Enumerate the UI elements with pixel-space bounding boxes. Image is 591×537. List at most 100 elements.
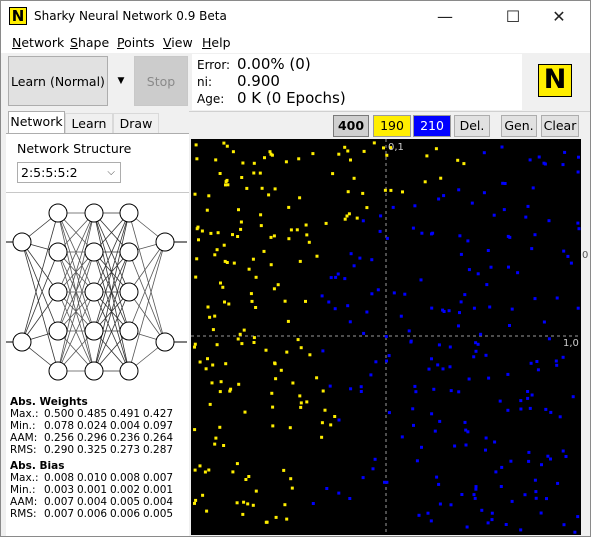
blue-point [486,521,490,525]
bias-value: 0.001 [77,484,108,496]
blue-point [573,530,577,534]
yellow-point [221,285,225,289]
stop-button[interactable]: Stop [134,56,188,106]
weights-value: 0.427 [143,408,174,420]
yellow-point [239,220,243,224]
blue-point [555,363,559,367]
blue-point [311,502,315,505]
yellow-point [331,172,335,176]
total-points-button[interactable]: 400 [333,115,369,137]
weights-value: 0.491 [110,408,141,420]
weights-row-rms: RMS: 0.290 0.325 0.273 0.287 [10,444,176,456]
tab-network[interactable]: Network [8,111,65,134]
blue-point [383,480,386,484]
blue-point [463,420,467,424]
learn-mode-dropdown-icon[interactable]: ▼ [111,56,131,106]
yellow-point [219,380,223,384]
yellow-points-button[interactable]: 190 [373,115,411,137]
blue-point [545,497,548,501]
yellow-point [321,389,325,393]
blue-point [449,503,453,507]
yellow-point [238,332,242,336]
blue-point [485,283,489,287]
minimize-button[interactable]: — [422,1,468,32]
network-structure-select[interactable]: 2:5:5:5:2 ⌵ [17,162,121,183]
blue-point [426,511,430,515]
weights-value: 0.004 [110,420,141,432]
yellow-point [269,235,273,239]
menu-view[interactable]: View [163,35,193,50]
weights-row-min: Min.: 0.078 0.024 0.004 0.097 [10,420,176,432]
yellow-point [320,435,324,439]
yellow-point [197,238,200,242]
yellow-point [315,376,319,380]
bias-value: 0.002 [110,484,141,496]
yellow-point [372,141,376,145]
network-connection [21,212,59,343]
blue-point [542,320,546,324]
blue-point [480,508,484,512]
blue-point [458,234,462,238]
yellow-point [222,141,226,145]
sharky-logo: N [538,64,572,97]
blue-point [448,345,452,349]
bias-row-aam: AAM: 0.007 0.004 0.005 0.004 [10,496,176,508]
title-bar[interactable]: N Sharky Neural Network 0.9 Beta — ☐ ✕ [1,1,590,32]
yellow-point [231,150,235,154]
blue-point [328,384,332,388]
blue-point [387,354,391,358]
generate-points-button[interactable]: Gen. [501,115,537,137]
yellow-point [242,328,246,332]
yellow-point [258,171,262,175]
yellow-point [298,196,302,200]
blue-point [490,511,494,515]
tab-learn[interactable]: Learn [65,113,113,133]
menu-help[interactable]: Help [202,35,231,50]
learn-button[interactable]: Learn (Normal) [8,56,108,106]
yellow-point [226,183,230,187]
clear-points-button[interactable]: Clear [541,115,579,137]
yellow-point [324,221,328,225]
blue-point [577,155,580,159]
yellow-point [195,157,199,161]
yellow-point [362,149,366,153]
yellow-point [273,187,277,191]
menu-shape[interactable]: Shape [70,35,109,50]
app-logo-icon[interactable]: N [9,7,27,25]
weights-row-max: Max.: 0.500 0.485 0.491 0.427 [10,408,176,420]
divider [6,192,189,193]
close-button[interactable]: ✕ [536,1,582,32]
menu-points[interactable]: Points [117,35,155,50]
blue-point [474,349,478,353]
blue-point [507,265,510,269]
yellow-point [271,424,275,428]
blue-point [378,229,382,233]
points-canvas[interactable]: 0,1 1,0 [191,139,581,535]
menu-network[interactable]: Network [12,35,64,50]
plot-scrollbar[interactable]: 0 [582,139,590,535]
blue-point [463,293,467,297]
blue-point [524,215,528,219]
blue-point [503,182,507,185]
yellow-point [218,425,222,429]
blue-point [490,518,494,522]
points-plot-area[interactable]: 0,1 1,0 [191,139,581,535]
tab-draw[interactable]: Draw [113,113,159,133]
yellow-point [211,328,215,332]
blue-point [510,499,514,503]
delete-points-button[interactable]: Del. [454,115,490,137]
maximize-button[interactable]: ☐ [490,1,536,32]
weights-value: 0.256 [44,432,75,444]
blue-point [320,294,324,298]
blue-point [349,252,353,256]
error-label: Error: [197,58,231,72]
bias-value: 0.003 [44,484,75,496]
yellow-point [305,233,309,237]
yellow-point [254,306,258,309]
yellow-point [305,400,309,404]
yellow-point [346,190,350,194]
blue-points-button[interactable]: 210 [413,115,451,137]
ni-row: ni: 0.900 [197,72,280,90]
blue-point [370,258,374,262]
network-structure-value: 2:5:5:5:2 [21,165,78,180]
